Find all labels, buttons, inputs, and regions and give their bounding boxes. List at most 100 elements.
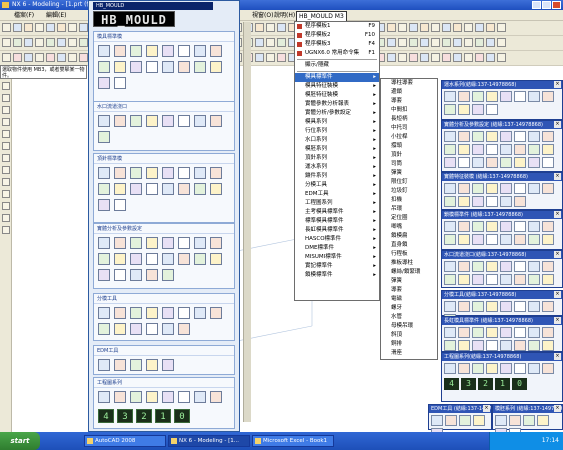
tool-icon[interactable] bbox=[98, 167, 110, 179]
tool-icon[interactable] bbox=[486, 53, 495, 62]
panel-title[interactable]: 實體特征裝模 (結緣:137-14978868) × bbox=[442, 173, 562, 181]
resource-bar-icon[interactable] bbox=[2, 82, 10, 90]
tool-icon[interactable] bbox=[162, 183, 174, 195]
tool-icon[interactable] bbox=[542, 274, 554, 285]
tool-icon[interactable] bbox=[528, 183, 540, 194]
tool-icon[interactable] bbox=[444, 261, 456, 272]
tool-icon[interactable] bbox=[210, 61, 222, 73]
tool-icon[interactable] bbox=[114, 45, 126, 57]
submenu-item-24[interactable]: 電磁 bbox=[381, 295, 437, 304]
submenu-item-21[interactable]: 螺絲/鎖緊環 bbox=[381, 268, 437, 277]
menu-item-16[interactable]: 鑲件系列 ▸ bbox=[295, 172, 379, 181]
tool-icon[interactable] bbox=[514, 221, 526, 232]
menu-item-show-hide[interactable]: 顯示/隱藏 bbox=[295, 61, 379, 70]
submenu-item-28[interactable]: 斜頂 bbox=[381, 331, 437, 340]
resource-bar-icon[interactable] bbox=[2, 190, 10, 198]
tool-icon[interactable] bbox=[542, 144, 554, 155]
tool-icon[interactable] bbox=[464, 23, 473, 32]
tool-icon[interactable] bbox=[114, 77, 126, 89]
tool-icon[interactable] bbox=[500, 221, 512, 232]
panel-title[interactable]: 模胚系列 (結緣:137-14978868) × bbox=[493, 405, 562, 413]
tool-icon[interactable] bbox=[79, 53, 88, 62]
close-icon[interactable]: × bbox=[554, 81, 561, 88]
tool-icon[interactable] bbox=[98, 391, 110, 403]
tool-icon[interactable] bbox=[114, 269, 126, 281]
tool-icon[interactable] bbox=[453, 23, 462, 32]
tool-icon[interactable] bbox=[387, 38, 396, 47]
tool-icon[interactable] bbox=[486, 23, 495, 32]
tool-icon[interactable] bbox=[542, 363, 554, 374]
tool-icon[interactable] bbox=[146, 323, 158, 335]
tool-icon[interactable] bbox=[542, 157, 554, 168]
tool-icon[interactable] bbox=[472, 340, 484, 351]
tool-icon[interactable] bbox=[114, 253, 126, 265]
tool-icon[interactable] bbox=[486, 91, 498, 102]
number-button-0[interactable]: 0 bbox=[512, 378, 527, 390]
panel-title[interactable]: 長虹模具標準件 (結緣:137-14978868) × bbox=[442, 317, 562, 325]
submenu-item-26[interactable]: 水管 bbox=[381, 313, 437, 322]
tool-icon[interactable] bbox=[130, 167, 142, 179]
tool-icon[interactable] bbox=[130, 391, 142, 403]
tool-icon[interactable] bbox=[194, 237, 206, 249]
tool-icon[interactable] bbox=[486, 301, 498, 312]
tool-icon[interactable] bbox=[35, 53, 44, 62]
submenu-item-9[interactable]: 司筒 bbox=[381, 160, 437, 169]
tool-icon[interactable] bbox=[514, 327, 526, 338]
tool-icon[interactable] bbox=[130, 183, 142, 195]
tool-icon[interactable] bbox=[266, 23, 275, 32]
tool-icon[interactable] bbox=[114, 167, 126, 179]
submenu-item-11[interactable]: 限位釘 bbox=[381, 178, 437, 187]
menu-item-20[interactable]: 主考模具標準件 ▸ bbox=[295, 208, 379, 217]
menu-item-24[interactable]: DME標準件 ▸ bbox=[295, 244, 379, 253]
tool-icon[interactable] bbox=[57, 53, 66, 62]
tool-icon[interactable] bbox=[98, 131, 110, 143]
tool-icon[interactable] bbox=[514, 261, 526, 272]
submenu-item-2[interactable]: 導套 bbox=[381, 97, 437, 106]
panel-title[interactable]: 工程圖系列(結緣:137-14978868) × bbox=[442, 353, 562, 361]
tool-icon[interactable] bbox=[500, 144, 512, 155]
tool-icon[interactable] bbox=[409, 23, 418, 32]
tool-icon[interactable] bbox=[473, 415, 485, 426]
tool-icon[interactable] bbox=[98, 359, 110, 371]
resource-bar-icon[interactable] bbox=[2, 118, 10, 126]
tool-icon[interactable] bbox=[24, 53, 33, 62]
tool-icon[interactable] bbox=[178, 115, 190, 127]
tool-icon[interactable] bbox=[130, 269, 142, 281]
tool-icon[interactable] bbox=[162, 323, 174, 335]
menu-item-common-commands[interactable]: UGNX6.0 常用命令集 F1 bbox=[295, 49, 379, 58]
tool-icon[interactable] bbox=[444, 274, 456, 285]
tool-icon[interactable] bbox=[472, 183, 484, 194]
tool-icon[interactable] bbox=[210, 307, 222, 319]
tool-icon[interactable] bbox=[514, 196, 526, 207]
tool-icon[interactable] bbox=[472, 301, 484, 312]
tool-icon[interactable] bbox=[486, 274, 498, 285]
tool-icon[interactable] bbox=[98, 61, 110, 73]
close-icon[interactable]: × bbox=[554, 353, 561, 360]
tool-icon[interactable] bbox=[514, 183, 526, 194]
tool-icon[interactable] bbox=[210, 237, 222, 249]
tool-icon[interactable] bbox=[528, 327, 540, 338]
tool-icon[interactable] bbox=[444, 196, 456, 207]
tool-icon[interactable] bbox=[162, 307, 174, 319]
tool-icon[interactable] bbox=[146, 183, 158, 195]
tool-icon[interactable] bbox=[130, 61, 142, 73]
tool-icon[interactable] bbox=[162, 167, 174, 179]
menu-item-18[interactable]: EDM工具 ▸ bbox=[295, 190, 379, 199]
menu-file[interactable]: 檔案(F) bbox=[14, 11, 34, 20]
tool-icon[interactable] bbox=[194, 183, 206, 195]
submenu-item-27[interactable]: 母模吊環 bbox=[381, 322, 437, 331]
panel-title[interactable]: 運水系列(結緣:137-14978868) × bbox=[442, 81, 562, 89]
close-icon[interactable]: × bbox=[554, 251, 561, 258]
submenu-item-30[interactable]: 滑座 bbox=[381, 349, 437, 358]
tool-icon[interactable] bbox=[486, 131, 498, 142]
tool-icon[interactable] bbox=[98, 237, 110, 249]
tool-icon[interactable] bbox=[497, 38, 506, 47]
tool-icon[interactable] bbox=[255, 38, 264, 47]
number-button-3[interactable]: 3 bbox=[117, 409, 133, 423]
tool-icon[interactable] bbox=[444, 340, 456, 351]
resource-bar-icon[interactable] bbox=[2, 178, 10, 186]
tool-icon[interactable] bbox=[194, 167, 206, 179]
tool-icon[interactable] bbox=[178, 167, 190, 179]
tool-icon[interactable] bbox=[458, 183, 470, 194]
tool-icon[interactable] bbox=[57, 38, 66, 47]
